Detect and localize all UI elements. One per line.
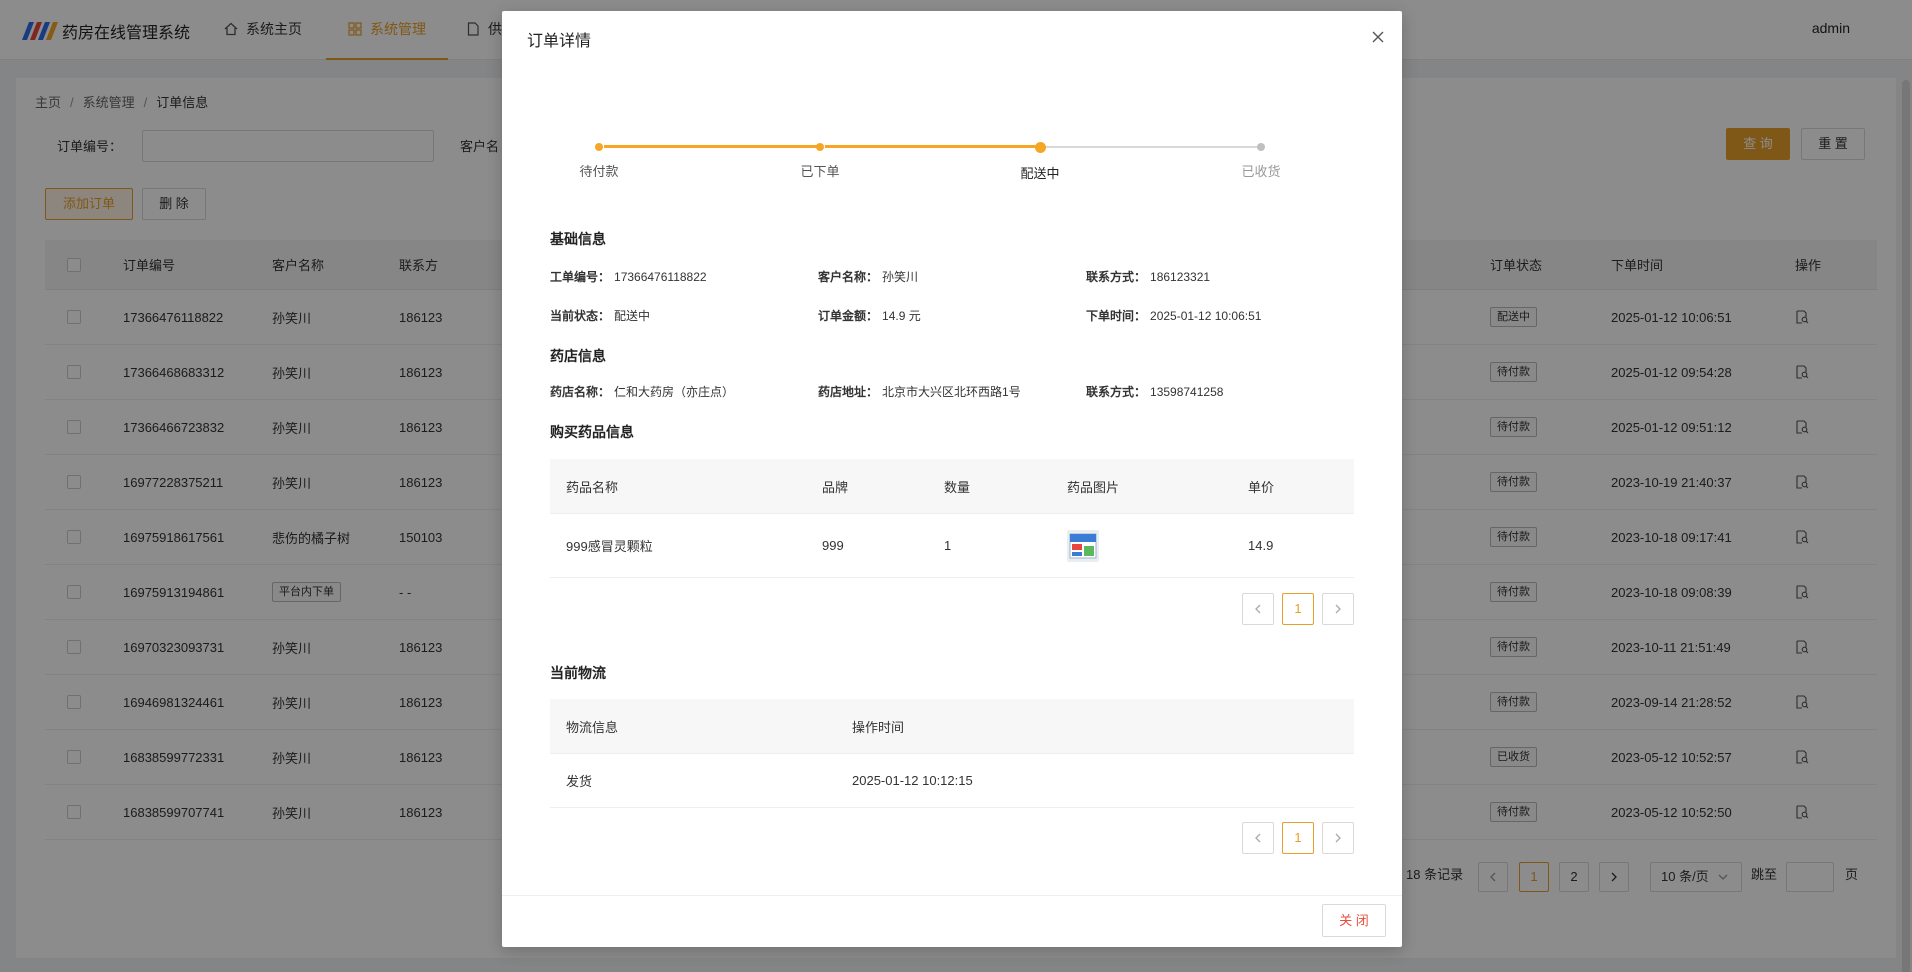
logistics-prev-page-button[interactable]: [1242, 822, 1274, 854]
header-qty: 数量: [944, 479, 971, 495]
drugs-page-1-button[interactable]: 1: [1282, 593, 1314, 625]
step-label: 待付款: [579, 164, 619, 179]
drugs-next-page-button[interactable]: [1322, 593, 1354, 625]
header-brand: 品牌: [822, 479, 849, 495]
drugs-prev-page-button[interactable]: [1242, 593, 1274, 625]
basic-info-title: 基础信息: [550, 231, 606, 247]
work-order-no: 工单编号： 17366476118822: [550, 270, 707, 284]
logistics-time: 2025-01-12 10:12:15: [852, 773, 973, 788]
order-progress-steps: 待付款 已下单 配送中 已收货: [579, 137, 1281, 187]
step-label: 已下单: [800, 164, 840, 179]
step-connector: [825, 145, 1040, 148]
order-detail-modal: 订单详情 待付款 已下单 配送中 已收货 基础信息 工单编号： 173664761188…: [502, 11, 1402, 947]
customer-name: 客户名称： 孙笑川: [818, 270, 919, 284]
logistics-info: 发货: [566, 774, 593, 789]
drugs-table: 药品名称 品牌 数量 药品图片 单价 999感冒灵颗粒 999 1 14.9: [550, 459, 1354, 578]
close-button[interactable]: 关 闭: [1322, 904, 1386, 937]
drug-name: 999感冒灵颗粒: [566, 539, 653, 554]
current-status: 当前状态： 配送中: [550, 309, 651, 323]
drug-brand: 999: [822, 538, 844, 553]
chevron-left-icon: [1255, 833, 1261, 843]
header-operation-time: 操作时间: [852, 719, 905, 735]
header-drug-name: 药品名称: [566, 479, 619, 495]
modal-footer: [502, 895, 1402, 947]
drug-image[interactable]: [1067, 529, 1099, 562]
pharmacy-contact: 联系方式： 13598741258: [1086, 385, 1224, 399]
table-row: 发货 2025-01-12 10:12:15: [550, 754, 1354, 808]
chevron-right-icon: [1335, 833, 1341, 843]
step-dot: [1034, 141, 1046, 153]
close-icon[interactable]: [1370, 29, 1386, 45]
drug-qty: 1: [944, 538, 952, 553]
header-price: 单价: [1248, 479, 1275, 495]
step-connector: [604, 145, 820, 148]
table-row: 999感冒灵颗粒 999 1 14.9: [550, 514, 1354, 578]
step-label: 配送中: [1020, 166, 1060, 181]
drugs-info-title: 购买药品信息: [550, 424, 634, 440]
pharmacy-info-title: 药店信息: [550, 348, 606, 364]
logistics-table-header: 物流信息 操作时间: [550, 699, 1354, 754]
drug-price: 14.9: [1248, 538, 1274, 553]
modal-title: 订单详情: [527, 33, 592, 50]
logistics-next-page-button[interactable]: [1322, 822, 1354, 854]
order-amount: 订单金额： 14.9 元: [818, 309, 921, 323]
chevron-right-icon: [1335, 604, 1341, 614]
header-drug-image: 药品图片: [1067, 479, 1120, 495]
pharmacy-address: 药店地址： 北京市大兴区北环西路1号: [818, 385, 1021, 399]
customer-contact: 联系方式： 186123321: [1086, 270, 1211, 284]
step-connector: [1045, 146, 1261, 148]
step-dot: [816, 143, 824, 151]
step-dot: [595, 143, 603, 151]
header-logistics-info: 物流信息: [566, 719, 619, 735]
chevron-left-icon: [1255, 604, 1261, 614]
step-dot: [1257, 143, 1265, 151]
order-time: 下单时间： 2025-01-12 10:06:51: [1086, 309, 1262, 323]
logistics-table: 物流信息 操作时间 发货 2025-01-12 10:12:15: [550, 699, 1354, 808]
pharmacy-name: 药店名称： 仁和大药房（亦庄点）: [550, 385, 735, 399]
logistics-title: 当前物流: [550, 665, 606, 681]
drugs-table-header: 药品名称 品牌 数量 药品图片 单价: [550, 459, 1354, 514]
step-label: 已收货: [1241, 164, 1281, 179]
logistics-page-1-button[interactable]: 1: [1282, 822, 1314, 854]
